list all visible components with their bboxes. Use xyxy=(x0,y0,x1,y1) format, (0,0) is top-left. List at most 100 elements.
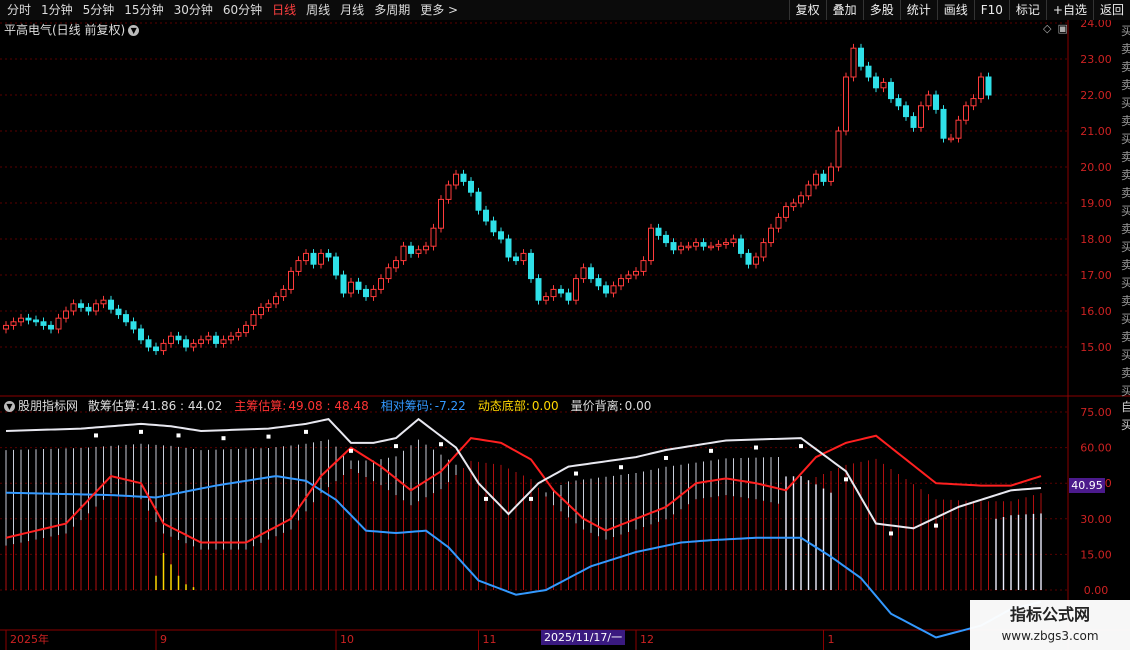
chart-area[interactable]: 24.00 23.00 22.00 21.00 20.00 19.00 18.00 17.00… xyxy=(0,20,1130,650)
candle-body xyxy=(903,105,909,118)
tab-2[interactable]: 5分钟 xyxy=(78,0,120,20)
tab-7[interactable]: 周线 xyxy=(301,0,335,20)
candle-body xyxy=(483,209,489,222)
chip-dot xyxy=(664,455,668,460)
candle-body xyxy=(190,342,197,348)
indicator-title: ▼ 股朋指标网 散筹估算: 41.86 : 44.02 主筹估算: 49.08 : 48… xyxy=(4,398,663,414)
candle-body xyxy=(100,299,107,305)
candle-body xyxy=(640,260,647,272)
candle-body xyxy=(820,173,827,182)
tab-4[interactable]: 30分钟 xyxy=(169,0,218,20)
diamond-icon[interactable]: ◇ xyxy=(1043,22,1051,35)
indicator-value-marker: 40.95 xyxy=(1069,478,1105,493)
candle-body xyxy=(48,324,54,330)
candle-body xyxy=(498,231,504,240)
chevron-down-icon[interactable]: ▼ xyxy=(4,401,15,412)
candle-body xyxy=(303,252,309,262)
tab-8[interactable]: 月线 xyxy=(335,0,369,20)
toolbar-button-8[interactable]: 返回 xyxy=(1092,0,1130,20)
candle-body xyxy=(940,108,947,139)
indicator-item-label: 相对筹码: xyxy=(380,399,433,413)
candle-body xyxy=(288,270,294,290)
candle-body xyxy=(738,238,744,254)
price-tick-label: 22.00 xyxy=(1080,89,1112,102)
candle-body xyxy=(760,242,767,258)
candle-body xyxy=(265,303,272,308)
toolbar-button-3[interactable]: 统计 xyxy=(899,0,937,20)
window-icon[interactable]: ▣ xyxy=(1057,22,1067,35)
indicator-item-value: 0.00 xyxy=(624,399,652,413)
candle-body xyxy=(775,216,782,229)
tab-9[interactable]: 多周期 xyxy=(369,0,415,20)
candle-body xyxy=(963,105,969,121)
candle-body xyxy=(168,335,174,344)
indicator-item-value: -7.22 xyxy=(434,399,466,413)
candle-body xyxy=(783,206,789,218)
toolbar-button-1[interactable]: 叠加 xyxy=(825,0,863,20)
candle-body xyxy=(130,321,137,330)
indicator-name[interactable]: 股朋指标网 xyxy=(18,399,78,413)
toolbar-button-7[interactable]: +自选 xyxy=(1045,0,1093,20)
toolbar-button-0[interactable]: 复权 xyxy=(788,0,826,20)
candle-body xyxy=(138,328,144,341)
candle-body xyxy=(280,288,287,298)
tab-1[interactable]: 1分钟 xyxy=(36,0,78,20)
candle-body xyxy=(790,202,797,208)
candle-body xyxy=(93,303,99,312)
top-toolbar: 分时 1分钟 5分钟 15分钟 30分钟 60分钟 日线 周线 月线 多周期 更多 > 复权 叠加 多股… xyxy=(0,0,1130,21)
candle-body xyxy=(730,238,737,244)
candle-body xyxy=(475,191,482,211)
indicator-tick-label: 75.00 xyxy=(1080,406,1112,419)
time-axis-label: 10 xyxy=(340,633,354,646)
candle-body xyxy=(528,252,534,280)
candle-body xyxy=(423,245,429,251)
indicator-item-value: 41.86 : 44.02 xyxy=(141,399,223,413)
signal-side-text: 买卖卖卖买卖买卖卖卖买卖买卖买卖买卖买卖买卖 xyxy=(1121,24,1130,397)
candle-body xyxy=(573,278,579,301)
chevron-down-icon[interactable]: ▼ xyxy=(128,25,140,36)
candle-body xyxy=(798,195,804,204)
indicator-tick-label: 0.00 xyxy=(1084,584,1109,597)
candle-body xyxy=(115,308,122,316)
candle-body xyxy=(258,306,264,316)
candle-body xyxy=(355,281,362,290)
candle-body xyxy=(415,249,422,254)
candle-body xyxy=(843,76,849,132)
candle-body xyxy=(153,346,159,352)
candle-body xyxy=(925,94,932,107)
toolbar-button-5[interactable]: F10 xyxy=(973,0,1009,20)
candle-body xyxy=(33,319,39,323)
candle-body xyxy=(723,242,729,245)
candle-body xyxy=(160,342,167,352)
toolbar-button-4[interactable]: 画线 xyxy=(936,0,974,20)
indicator-item-2: 相对筹码: -7.22 xyxy=(381,399,472,413)
tab-6[interactable]: 日线 xyxy=(267,0,301,20)
chip-dot xyxy=(709,448,713,453)
chip-dot xyxy=(439,442,443,447)
candle-body xyxy=(63,310,69,319)
toolbar-actions: 复权 叠加 多股 统计 画线 F10 标记 +自选 返回 xyxy=(788,0,1130,20)
toolbar-button-2[interactable]: 多股 xyxy=(862,0,900,20)
candle-body xyxy=(378,278,384,290)
toolbar-button-6[interactable]: 标记 xyxy=(1008,0,1046,20)
tab-3[interactable]: 15分钟 xyxy=(119,0,168,20)
chip-dot xyxy=(529,496,533,501)
candle-body xyxy=(235,332,242,337)
candle-body xyxy=(295,260,302,272)
indicator-item-value: 49.08 : 48.48 xyxy=(288,399,369,413)
candle-body xyxy=(400,245,407,262)
price-tick-label: 16.00 xyxy=(1080,305,1112,318)
candle-body xyxy=(430,227,437,247)
tab-0[interactable]: 分时 xyxy=(2,0,36,20)
candle-body xyxy=(910,116,917,128)
watermark: 指标公式网 www.zbgs3.com xyxy=(970,600,1130,650)
candle-body xyxy=(490,220,497,233)
candle-body xyxy=(513,256,519,262)
tab-10[interactable]: 更多 > xyxy=(415,0,463,20)
tab-5[interactable]: 60分钟 xyxy=(218,0,267,20)
watermark-url: www.zbgs3.com xyxy=(1001,629,1099,643)
candle-body xyxy=(370,288,377,298)
chip-dot xyxy=(266,434,271,439)
candle-body xyxy=(603,285,609,294)
candle-body xyxy=(678,245,684,251)
